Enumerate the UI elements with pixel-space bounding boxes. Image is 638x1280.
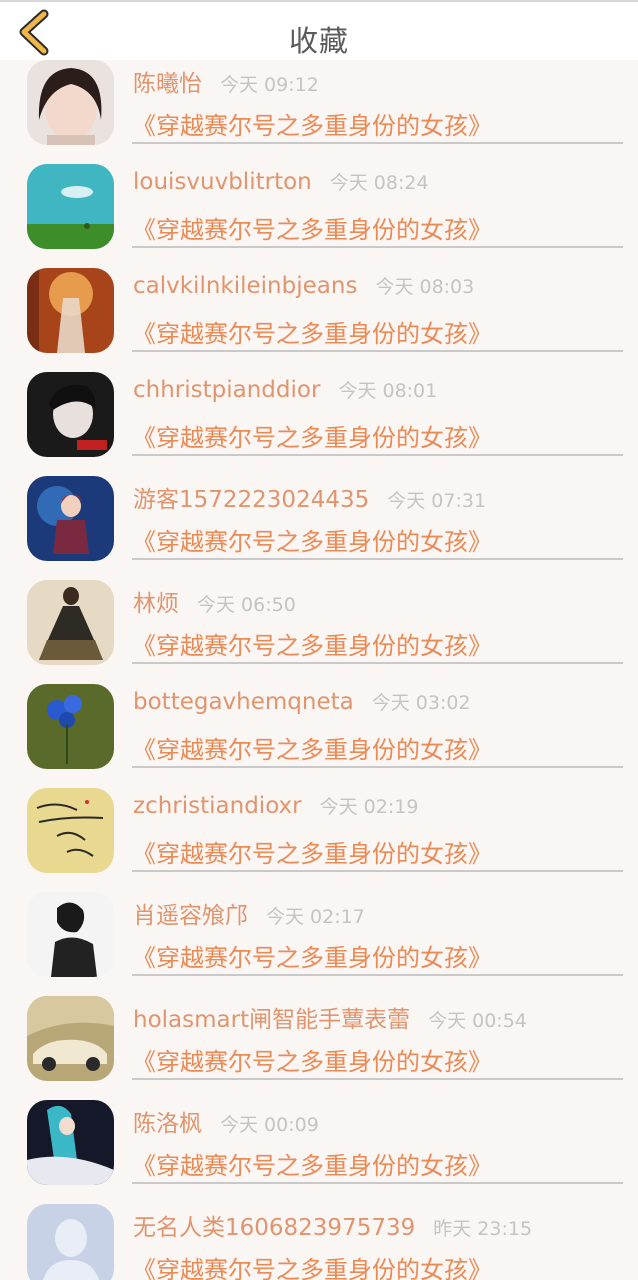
timestamp: 今天 02:19 [319, 796, 419, 818]
user-name: 陈洛枫 [133, 1111, 202, 1137]
avatar-image [27, 1100, 114, 1185]
divider [132, 974, 623, 976]
book-title-link[interactable]: 《穿越赛尔号之多重身份的女孩》 [132, 210, 492, 245]
list-item[interactable]: calvkilnkileinbjeans 今天 08:03 《穿越赛尔号之多重身份… [0, 266, 638, 370]
divider [132, 662, 623, 664]
user-name: 林烦 [133, 591, 179, 617]
user-name: chhristpianddior [133, 377, 321, 403]
avatar-image [27, 476, 114, 561]
avatar-image [27, 60, 114, 145]
timestamp: 今天 00:09 [220, 1114, 319, 1136]
user-name: zchristiandioxr [133, 793, 302, 819]
list-item[interactable]: 无名人类1606823975739 昨天 23:15 《穿越赛尔号之多重身份的女孩… [0, 1202, 638, 1280]
list-item[interactable]: holasmart闸智能手蕈表蕾 今天 00:54 《穿越赛尔号之多重身份的女孩》 [0, 994, 638, 1098]
book-title-link[interactable]: 《穿越赛尔号之多重身份的女孩》 [132, 1042, 492, 1077]
book-title-link[interactable]: 《穿越赛尔号之多重身份的女孩》 [132, 1146, 492, 1181]
divider [132, 1078, 623, 1080]
avatar-image [27, 684, 114, 769]
book-title-link[interactable]: 《穿越赛尔号之多重身份的女孩》 [132, 626, 492, 661]
avatar[interactable] [27, 476, 114, 561]
book-title-link[interactable]: 《穿越赛尔号之多重身份的女孩》 [132, 1250, 492, 1280]
divider [132, 766, 623, 768]
divider [132, 142, 623, 144]
default-avatar-icon [27, 1204, 114, 1280]
user-name: calvkilnkileinbjeans [133, 273, 358, 299]
avatar-image [27, 892, 114, 977]
list-item[interactable]: 游客1572223024435 今天 07:31 《穿越赛尔号之多重身份的女孩》 [0, 474, 638, 578]
user-name: 无名人类1606823975739 [133, 1215, 416, 1241]
user-name: 肖遥容飧邝 [133, 903, 248, 929]
book-title-link[interactable]: 《穿越赛尔号之多重身份的女孩》 [132, 418, 492, 453]
book-title-link[interactable]: 《穿越赛尔号之多重身份的女孩》 [132, 106, 492, 141]
book-title-link[interactable]: 《穿越赛尔号之多重身份的女孩》 [132, 938, 492, 973]
timestamp: 今天 08:01 [338, 380, 438, 402]
avatar[interactable] [27, 164, 114, 249]
divider [132, 1182, 623, 1184]
nav-bar: 收藏 [0, 0, 638, 60]
avatar[interactable] [27, 892, 114, 977]
avatar[interactable] [27, 684, 114, 769]
book-title-link[interactable]: 《穿越赛尔号之多重身份的女孩》 [132, 522, 492, 557]
list-item[interactable]: zchristiandioxr 今天 02:19 《穿越赛尔号之多重身份的女孩》 [0, 786, 638, 890]
avatar-image [27, 372, 114, 457]
user-name: 陈曦怡 [133, 71, 202, 97]
user-name: 游客1572223024435 [133, 487, 370, 513]
list-item[interactable]: louisvuvblitrton 今天 08:24 《穿越赛尔号之多重身份的女孩》 [0, 162, 638, 266]
list-item[interactable]: 林烦 今天 06:50 《穿越赛尔号之多重身份的女孩》 [0, 578, 638, 682]
avatar-image [27, 580, 114, 665]
avatar-image [27, 164, 114, 249]
avatar[interactable] [27, 372, 114, 457]
list-item[interactable]: 陈曦怡 今天 09:12 《穿越赛尔号之多重身份的女孩》 [0, 58, 638, 162]
timestamp: 今天 09:12 [220, 74, 319, 96]
timestamp: 今天 08:24 [329, 172, 429, 194]
avatar[interactable] [27, 1100, 114, 1185]
avatar[interactable] [27, 268, 114, 353]
divider [132, 870, 623, 872]
avatar[interactable] [27, 1204, 114, 1280]
user-name: bottegavhemqneta [133, 689, 354, 715]
timestamp: 今天 00:54 [428, 1010, 527, 1032]
book-title-link[interactable]: 《穿越赛尔号之多重身份的女孩》 [132, 834, 492, 869]
avatar[interactable] [27, 996, 114, 1081]
list-item[interactable]: 肖遥容飧邝 今天 02:17 《穿越赛尔号之多重身份的女孩》 [0, 890, 638, 994]
divider [132, 350, 623, 352]
avatar[interactable] [27, 60, 114, 145]
timestamp: 今天 03:02 [371, 692, 471, 714]
page-title: 收藏 [288, 24, 349, 58]
divider [132, 558, 623, 560]
list-item[interactable]: bottegavhemqneta 今天 03:02 《穿越赛尔号之多重身份的女孩》 [0, 682, 638, 786]
avatar[interactable] [27, 788, 114, 873]
user-name: holasmart闸智能手蕈表蕾 [133, 1007, 411, 1033]
divider [132, 454, 623, 456]
avatar-image [27, 996, 114, 1081]
timestamp: 今天 06:50 [197, 594, 296, 616]
list-item[interactable]: chhristpianddior 今天 08:01 《穿越赛尔号之多重身份的女孩》 [0, 370, 638, 474]
avatar[interactable] [27, 580, 114, 665]
list-item[interactable]: 陈洛枫 今天 00:09 《穿越赛尔号之多重身份的女孩》 [0, 1098, 638, 1202]
user-name: louisvuvblitrton [133, 169, 312, 195]
book-title-link[interactable]: 《穿越赛尔号之多重身份的女孩》 [132, 730, 492, 765]
favorites-list: 陈曦怡 今天 09:12 《穿越赛尔号之多重身份的女孩》 louisvuvblit… [0, 58, 638, 1280]
timestamp: 今天 08:03 [375, 276, 475, 298]
book-title-link[interactable]: 《穿越赛尔号之多重身份的女孩》 [132, 314, 492, 349]
avatar-image [27, 268, 114, 353]
divider [132, 246, 623, 248]
timestamp: 今天 07:31 [387, 490, 487, 512]
timestamp: 昨天 23:15 [433, 1218, 533, 1240]
timestamp: 今天 02:17 [266, 906, 365, 928]
avatar-image [27, 788, 114, 873]
